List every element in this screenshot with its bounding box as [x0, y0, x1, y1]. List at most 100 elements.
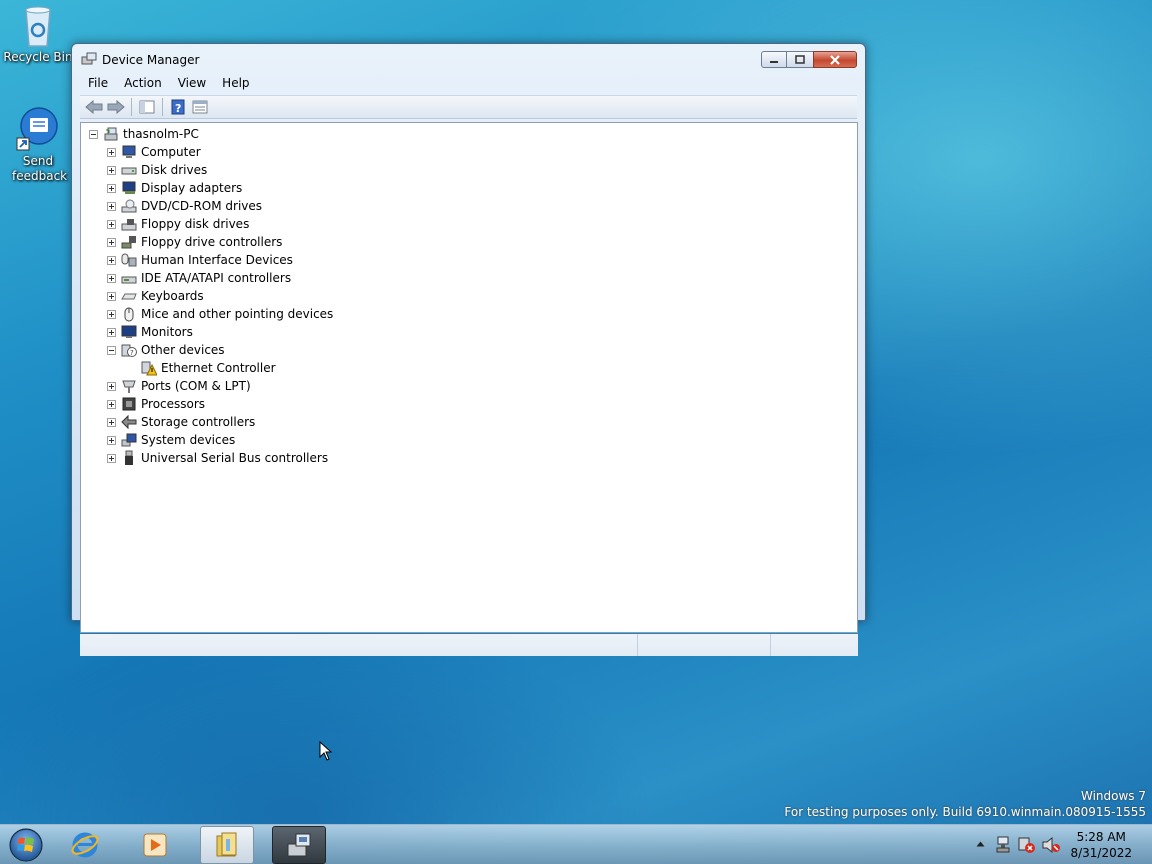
maximize-button[interactable]: [787, 51, 813, 68]
device-tree[interactable]: thasnolm-PC Computer Disk drives Display…: [80, 122, 858, 633]
tree-category[interactable]: Storage controllers: [107, 413, 255, 431]
close-button[interactable]: [813, 51, 857, 68]
menu-bar: File Action View Help: [80, 72, 857, 94]
show-hide-console-tree-button[interactable]: [136, 97, 158, 117]
expand-toggle[interactable]: [107, 417, 116, 427]
expand-toggle[interactable]: [107, 381, 116, 391]
properties-button[interactable]: [189, 97, 211, 117]
device-manager-window[interactable]: Device Manager File Action View Help ? t…: [71, 43, 866, 656]
status-cell: [80, 634, 638, 656]
build-watermark: Windows 7 For testing purposes only. Bui…: [784, 789, 1146, 819]
tree-category-label: Mice and other pointing devices: [141, 307, 334, 321]
expand-toggle[interactable]: [107, 147, 116, 157]
tree-category[interactable]: DVD/CD-ROM drives: [107, 197, 262, 215]
expand-toggle[interactable]: [107, 309, 116, 319]
desktop-icon-label: Recycle Bin: [3, 50, 73, 64]
tree-category[interactable]: Universal Serial Bus controllers: [107, 449, 328, 467]
tree-root-label: thasnolm-PC: [123, 127, 199, 141]
tree-category-label: Display adapters: [141, 181, 243, 195]
title-bar[interactable]: Device Manager: [72, 44, 865, 72]
console-tree-icon: [139, 100, 155, 114]
monitor-icon: [121, 325, 137, 338]
watermark-build: For testing purposes only. Build 6910.wi…: [784, 805, 1146, 819]
tree-category[interactable]: Processors: [107, 395, 205, 413]
tree-category[interactable]: Floppy drive controllers: [107, 233, 282, 251]
floppy-drive-icon: [121, 219, 137, 231]
minimize-button[interactable]: [761, 51, 787, 68]
expand-toggle[interactable]: [107, 201, 116, 211]
mouse-cursor-icon: [319, 741, 333, 761]
show-hidden-icons-icon[interactable]: [976, 841, 985, 847]
volume-muted-icon[interactable]: [1042, 837, 1060, 853]
ide-controller-icon: [121, 276, 137, 284]
tree-category[interactable]: Computer: [107, 143, 201, 161]
hid-icon: [121, 253, 137, 267]
collapse-toggle[interactable]: [89, 129, 98, 139]
tree-category[interactable]: IDE ATA/ATAPI controllers: [107, 269, 291, 287]
collapse-toggle[interactable]: [107, 345, 116, 355]
network-icon[interactable]: [996, 836, 1010, 854]
expand-toggle[interactable]: [107, 399, 116, 409]
clock-time: 5:28 AM: [1076, 830, 1126, 844]
watermark-os: Windows 7: [1080, 789, 1146, 803]
tree-category[interactable]: Floppy disk drives: [107, 215, 249, 233]
expand-toggle[interactable]: [107, 255, 116, 265]
forward-button[interactable]: [105, 97, 127, 117]
caption-buttons: [761, 51, 857, 68]
tree-category-label: Computer: [141, 145, 201, 159]
display-adapter-icon: [122, 181, 136, 194]
expand-toggle[interactable]: [107, 435, 116, 445]
expand-toggle[interactable]: [107, 453, 116, 463]
taskbar-explorer[interactable]: [200, 826, 254, 864]
menu-action[interactable]: Action: [116, 76, 170, 90]
expand-toggle[interactable]: [107, 219, 116, 229]
clock[interactable]: 5:28 AM 8/31/2022: [1070, 829, 1132, 861]
taskbar-internet-explorer[interactable]: [58, 826, 112, 864]
tree-category-label: Floppy drive controllers: [141, 235, 283, 249]
expand-toggle[interactable]: [107, 183, 116, 193]
close-icon: [830, 54, 840, 65]
tree-category-label: Other devices: [141, 343, 225, 357]
menu-file[interactable]: File: [80, 76, 116, 90]
clock-date: 8/31/2022: [1070, 846, 1132, 860]
help-button[interactable]: ?: [167, 97, 189, 117]
tree-category[interactable]: ? Other devices: [107, 341, 225, 359]
tree-category-label: Disk drives: [141, 163, 208, 177]
tree-category[interactable]: Mice and other pointing devices: [107, 305, 333, 323]
tree-category[interactable]: Display adapters: [107, 179, 242, 197]
tree-category-label: DVD/CD-ROM drives: [141, 199, 263, 213]
processor-icon: [122, 397, 136, 411]
expand-toggle[interactable]: [107, 237, 116, 247]
help-icon: ?: [171, 99, 185, 115]
menu-view[interactable]: View: [170, 76, 214, 90]
desktop-icon-recycle-bin[interactable]: Recycle Bin: [2, 4, 74, 65]
tree-category[interactable]: Monitors: [107, 323, 193, 341]
tree-category[interactable]: Ports (COM & LPT): [107, 377, 251, 395]
tree-category[interactable]: Disk drives: [107, 161, 207, 179]
status-cell: [638, 634, 771, 656]
warning-device-icon: [141, 361, 157, 376]
tree-category[interactable]: Human Interface Devices: [107, 251, 293, 269]
device-manager-icon: [287, 833, 311, 857]
expand-toggle[interactable]: [107, 327, 116, 337]
tree-device[interactable]: Ethernet Controller: [141, 359, 276, 377]
windows-orb-icon: [9, 828, 43, 862]
start-button[interactable]: [6, 827, 46, 863]
toolbar-separator: [131, 98, 132, 116]
tree-category[interactable]: Keyboards: [107, 287, 204, 305]
svg-text:?: ?: [130, 349, 134, 357]
expand-toggle[interactable]: [107, 165, 116, 175]
forward-arrow-icon: [107, 100, 125, 114]
media-player-icon: [143, 833, 167, 857]
desktop-icon-send-feedback[interactable]: Send feedback: [2, 106, 74, 184]
tree-root[interactable]: thasnolm-PC: [89, 125, 199, 143]
tree-category[interactable]: System devices: [107, 431, 235, 449]
expand-toggle[interactable]: [107, 273, 116, 283]
menu-help[interactable]: Help: [214, 76, 257, 90]
taskbar-media-player[interactable]: [128, 826, 182, 864]
back-button[interactable]: [83, 97, 105, 117]
expand-toggle[interactable]: [107, 291, 116, 301]
action-center-warning-icon[interactable]: [1018, 836, 1036, 854]
tree-category-label: Floppy disk drives: [141, 217, 250, 231]
taskbar-device-manager[interactable]: [272, 826, 326, 864]
